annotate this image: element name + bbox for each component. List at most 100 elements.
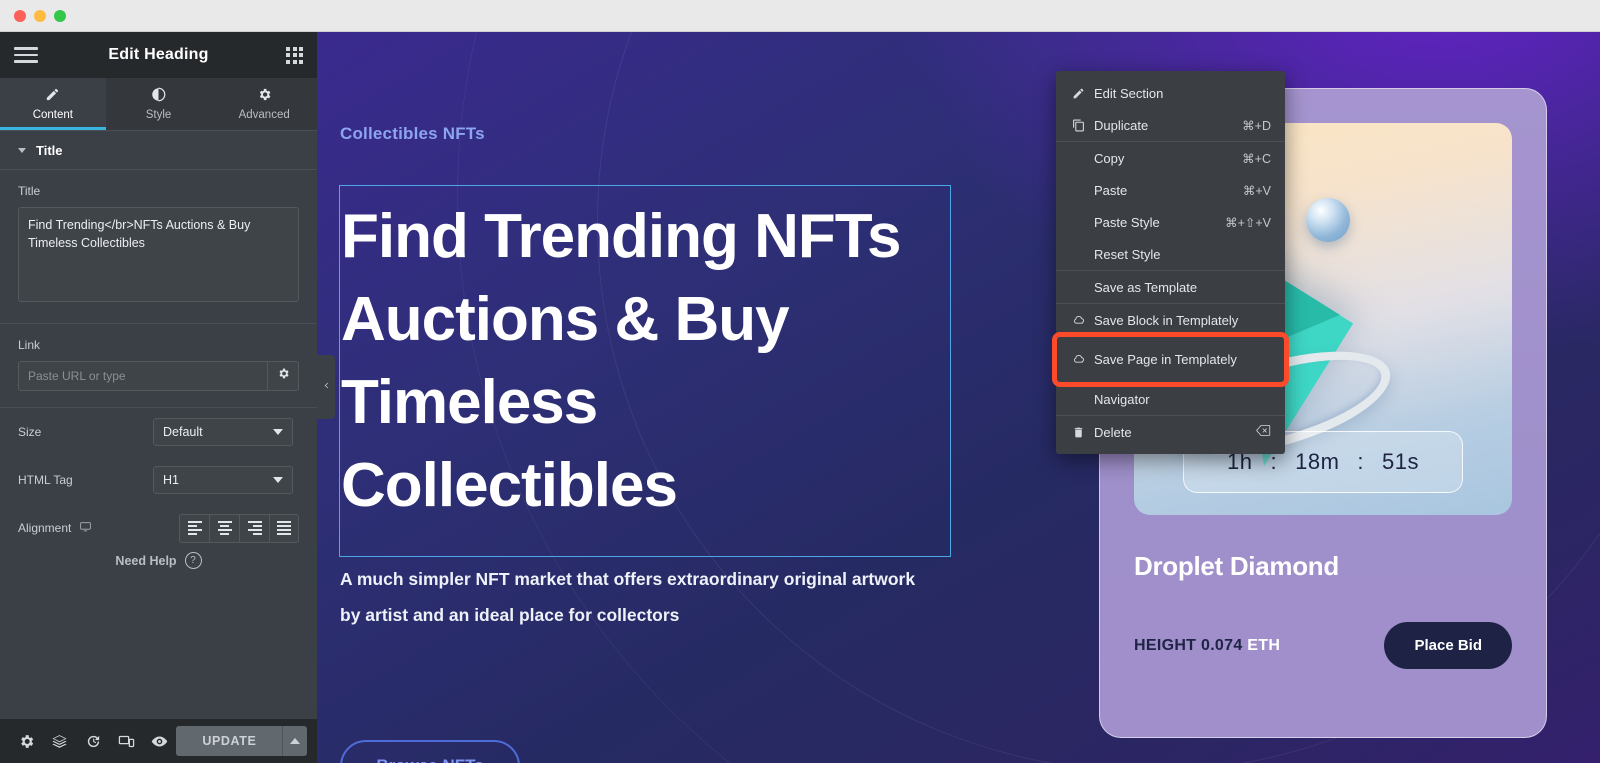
menu-item-copy[interactable]: Copy ⌘+C [1056, 142, 1285, 174]
field-html-tag: HTML Tag H1 [0, 456, 317, 504]
menu-item-delete[interactable]: Delete [1056, 416, 1285, 448]
chevron-down-icon [273, 429, 283, 435]
context-menu-group: Save as Template [1056, 270, 1285, 303]
align-left-button[interactable] [179, 513, 209, 543]
context-menu-group: Edit Section Duplicate ⌘+D [1056, 77, 1285, 141]
half-circle-icon [151, 87, 166, 105]
menu-item-label: Save Block in Templately [1094, 312, 1239, 328]
link-options-button[interactable] [267, 361, 299, 391]
chevron-up-icon [290, 738, 301, 744]
window-zoom-button[interactable] [54, 9, 66, 22]
window-titlebar [0, 0, 1600, 32]
tab-content[interactable]: Content [0, 78, 106, 130]
nft-price-currency: ETH [1247, 636, 1281, 654]
menu-item-shortcut: ⌘+V [1242, 183, 1271, 198]
window-close-button[interactable] [14, 9, 26, 22]
menu-item-shortcut: ⌘+D [1242, 118, 1271, 133]
question-circle-icon: ? [184, 552, 202, 569]
menu-item-label: Save Page in Templately [1094, 352, 1237, 367]
gear-icon [277, 367, 290, 385]
menu-item-edit-section[interactable]: Edit Section [1056, 77, 1285, 109]
update-options-button[interactable] [282, 726, 308, 756]
menu-item-reset-style[interactable]: Reset Style [1056, 238, 1285, 270]
elementor-editor-window: Edit Heading Content Style Advanced Titl… [0, 0, 1600, 763]
trash-icon [1072, 426, 1094, 439]
need-help[interactable]: Need Help ? [0, 552, 317, 569]
alignment-button-group [179, 513, 299, 543]
tab-advanced-label: Advanced [238, 109, 290, 121]
timer-minutes: 18m [1295, 449, 1340, 474]
nft-card-footer: HEIGHT 0.074 ETH Place Bid [1134, 622, 1512, 669]
title-field-label: Title [18, 184, 41, 198]
need-help-label: Need Help [115, 553, 177, 568]
pencil-icon [45, 87, 60, 105]
context-menu-group: Delete [1056, 415, 1285, 448]
eyebrow-text: Collectibles NFTs [340, 124, 485, 143]
history-icon[interactable] [77, 719, 110, 763]
nft-price: HEIGHT 0.074 ETH [1134, 637, 1280, 655]
timer-seconds: 51s [1382, 449, 1419, 474]
desktop-icon[interactable] [79, 520, 92, 536]
align-center-button[interactable] [209, 513, 239, 543]
page-heading[interactable]: Find Trending NFTs Auctions & Buy Timele… [341, 195, 941, 527]
delete-key-icon [1256, 424, 1271, 440]
tab-style[interactable]: Style [106, 78, 212, 130]
cloud-icon [1072, 353, 1094, 366]
section-title-label: Title [36, 142, 63, 158]
page-subtitle: A much simpler NFT market that offers ex… [340, 569, 916, 625]
menu-item-save-as-template[interactable]: Save as Template [1056, 271, 1285, 303]
menu-item-save-block-in-templately[interactable]: Save Block in Templately [1056, 304, 1285, 336]
browse-nfts-button[interactable]: Browse NFTs [340, 740, 520, 763]
tab-advanced[interactable]: Advanced [211, 78, 317, 130]
size-value: Default [163, 425, 203, 439]
hamburger-menu-icon[interactable] [14, 47, 38, 63]
update-button[interactable]: UPDATE [176, 726, 283, 756]
cloud-icon [1072, 314, 1094, 327]
section-title-title[interactable]: Title [0, 130, 317, 170]
tab-content-label: Content [32, 109, 73, 121]
field-alignment: Alignment [0, 504, 317, 552]
pencil-icon [1072, 87, 1094, 100]
menu-item-label: Copy [1094, 150, 1125, 166]
field-size: Size Default [0, 408, 317, 456]
menu-item-navigator[interactable]: Navigator [1056, 383, 1285, 415]
place-bid-button[interactable]: Place Bid [1384, 622, 1512, 669]
panel-title: Edit Heading [108, 46, 209, 63]
preview-eye-icon[interactable] [143, 719, 176, 763]
menu-item-duplicate[interactable]: Duplicate ⌘+D [1056, 109, 1285, 141]
responsive-mode-icon[interactable] [110, 719, 143, 763]
field-title: Title [0, 170, 317, 324]
panel-body: Title Link Size Default [0, 170, 317, 719]
grid-icon[interactable] [286, 46, 303, 64]
chevron-left-icon [322, 378, 331, 396]
menu-item-paste-style[interactable]: Paste Style ⌘+⇧+V [1056, 206, 1285, 238]
menu-item-label: Reset Style [1094, 246, 1161, 262]
section-context-menu: Edit Section Duplicate ⌘+D Copy ⌘+C Past… [1052, 71, 1289, 454]
align-justify-button[interactable] [269, 513, 299, 543]
menu-item-label: Paste [1094, 182, 1128, 198]
title-input[interactable] [18, 207, 299, 302]
menu-item-label: Paste Style [1094, 214, 1160, 230]
html-tag-select[interactable]: H1 [153, 466, 293, 494]
context-menu-group: Save Block in Templately Save Page in Te… [1052, 303, 1289, 415]
panel-footer: UPDATE [0, 719, 317, 763]
timer-separator: : [1357, 449, 1365, 474]
menu-item-paste[interactable]: Paste ⌘+V [1056, 174, 1285, 206]
layers-icon[interactable] [43, 719, 76, 763]
sphere-shape-icon [1306, 198, 1350, 242]
size-select[interactable]: Default [153, 418, 293, 446]
panel-collapse-handle[interactable] [317, 355, 335, 419]
gear-icon [257, 87, 272, 105]
elementor-panel: Edit Heading Content Style Advanced Titl… [0, 32, 317, 763]
settings-gear-icon[interactable] [10, 719, 43, 763]
menu-item-label: Save as Template [1094, 279, 1198, 295]
menu-item-shortcut: ⌘+C [1242, 151, 1271, 166]
align-right-button[interactable] [239, 513, 269, 543]
menu-item-save-page-in-templately[interactable]: Save Page in Templately [1052, 332, 1289, 387]
nft-price-value: HEIGHT 0.074 [1134, 636, 1243, 654]
window-minimize-button[interactable] [34, 9, 46, 22]
panel-header: Edit Heading [0, 32, 317, 78]
nft-title: Droplet Diamond [1134, 551, 1339, 581]
menu-item-label: Edit Section [1094, 85, 1164, 101]
link-input[interactable] [18, 361, 267, 391]
